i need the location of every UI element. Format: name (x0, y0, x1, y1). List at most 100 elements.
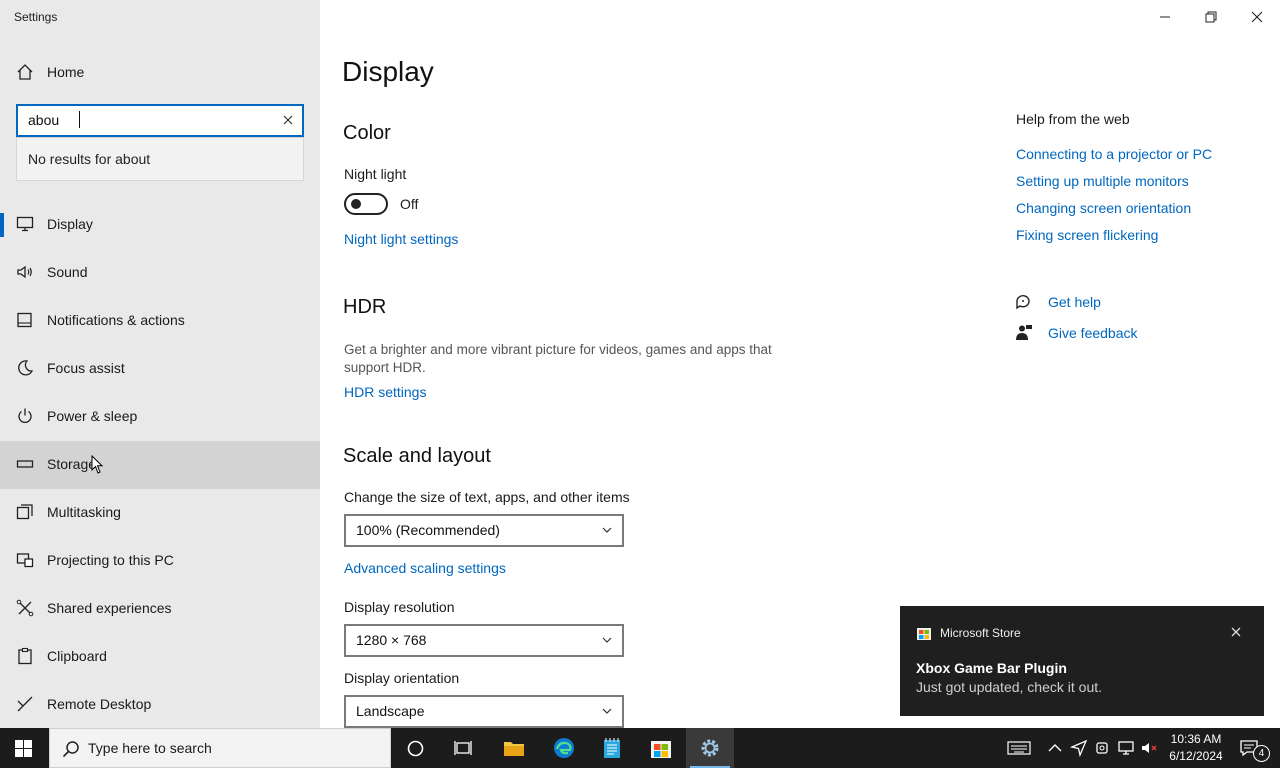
scale-size-label: Change the size of text, apps, and other… (344, 489, 630, 505)
action-center-button[interactable]: 4 (1230, 728, 1280, 768)
sidebar: Settings Home abou No results for about … (0, 0, 320, 728)
notification-count-badge: 4 (1253, 745, 1270, 762)
resolution-label: Display resolution (344, 599, 455, 615)
search-results-dropdown: No results for about (16, 137, 304, 181)
taskbar-clock[interactable]: 10:36 AM 6/12/2024 (1164, 731, 1228, 765)
folder-icon (504, 742, 524, 756)
sidebar-item-label: Remote Desktop (47, 696, 152, 712)
sidebar-item-shared-experiences[interactable]: Shared experiences (0, 585, 320, 633)
resolution-dropdown[interactable]: 1280 × 768 (344, 624, 624, 657)
chevron-down-icon (602, 637, 612, 643)
hdr-description-line1: Get a brighter and more vibrant picture … (344, 342, 772, 357)
close-button[interactable] (1234, 4, 1280, 30)
clear-search-icon[interactable] (280, 112, 296, 128)
toast-notification[interactable]: Microsoft Store Xbox Game Bar Plugin Jus… (900, 606, 1264, 716)
meet-now-icon[interactable] (1094, 739, 1112, 757)
volume-muted-icon[interactable] (1141, 739, 1159, 757)
restore-button[interactable] (1188, 4, 1234, 30)
hdr-description-line2: support HDR. (344, 360, 426, 375)
page-title: Display (342, 56, 434, 87)
help-link-multiple-monitors[interactable]: Setting up multiple monitors (1016, 173, 1189, 189)
scale-layout-heading: Scale and layout (343, 445, 491, 467)
night-light-state: Off (400, 196, 419, 212)
sidebar-item-clipboard[interactable]: Clipboard (0, 633, 320, 681)
sidebar-item-remote-desktop[interactable]: Remote Desktop (0, 681, 320, 729)
sidebar-item-sound[interactable]: Sound (0, 249, 320, 297)
sidebar-item-multitasking[interactable]: Multitasking (0, 489, 320, 537)
home-icon (17, 64, 33, 80)
keyboard-icon[interactable] (1007, 739, 1031, 757)
cortana-icon (407, 740, 424, 757)
sidebar-item-label: Focus assist (47, 360, 125, 376)
help-link-orientation[interactable]: Changing screen orientation (1016, 200, 1191, 216)
taskbar: Type here to search 10:36 AM 6/12/2024 4 (0, 728, 1280, 768)
help-link-projector[interactable]: Connecting to a projector or PC (1016, 146, 1212, 162)
advanced-scaling-link[interactable]: Advanced scaling settings (344, 560, 506, 576)
gear-icon (701, 739, 719, 757)
task-view-button[interactable] (440, 728, 488, 768)
cortana-button[interactable] (392, 728, 440, 768)
clock-time: 10:36 AM (1170, 732, 1222, 746)
toast-close-icon[interactable] (1228, 624, 1244, 640)
sidebar-item-focus-assist[interactable]: Focus assist (0, 345, 320, 393)
sidebar-item-label: Multitasking (47, 504, 121, 520)
sidebar-item-home[interactable]: Home (0, 49, 320, 97)
notification-icon (17, 312, 32, 328)
sidebar-item-label: Display (47, 216, 93, 232)
settings-taskbar-button[interactable] (686, 728, 734, 768)
give-feedback-icon (1016, 325, 1032, 340)
sidebar-item-label: Storage (47, 456, 97, 472)
give-feedback-link[interactable]: Give feedback (1048, 325, 1138, 341)
restore-icon (1205, 11, 1217, 23)
night-light-settings-link[interactable]: Night light settings (344, 231, 458, 247)
get-help-link[interactable]: Get help (1048, 294, 1101, 310)
help-link-flickering[interactable]: Fixing screen flickering (1016, 227, 1158, 243)
notepad-button[interactable] (588, 728, 636, 768)
store-button[interactable] (637, 728, 685, 768)
color-heading: Color (343, 122, 391, 144)
clock-date: 6/12/2024 (1169, 749, 1223, 763)
task-view-icon (454, 741, 472, 755)
no-results-text: No results for about (28, 151, 151, 167)
close-icon (1251, 11, 1263, 23)
text-caret (79, 111, 80, 128)
sidebar-item-label: Projecting to this PC (47, 552, 174, 568)
hdr-heading: HDR (343, 296, 387, 318)
toggle-knob (351, 199, 361, 209)
start-button[interactable] (0, 728, 48, 768)
scale-dropdown-value: 100% (Recommended) (356, 522, 500, 538)
hdr-settings-link[interactable]: HDR settings (344, 384, 426, 400)
search-input-value: abou (28, 112, 60, 128)
sidebar-item-label: Shared experiences (47, 600, 172, 616)
sidebar-item-label: Clipboard (47, 648, 107, 664)
sidebar-item-display[interactable]: Display (0, 201, 320, 249)
resolution-dropdown-value: 1280 × 768 (356, 632, 427, 648)
storage-icon (16, 460, 34, 468)
microsoft-store-icon (917, 628, 931, 640)
projecting-icon (16, 553, 34, 568)
minimize-button[interactable] (1142, 4, 1188, 30)
scale-dropdown[interactable]: 100% (Recommended) (344, 514, 624, 547)
sidebar-item-projecting[interactable]: Projecting to this PC (0, 537, 320, 585)
taskbar-search-box[interactable]: Type here to search (49, 728, 391, 768)
network-icon[interactable] (1117, 739, 1135, 757)
shared-icon (16, 599, 34, 617)
windows-logo-icon (15, 740, 32, 757)
get-help-icon (1016, 295, 1030, 310)
toast-source: Microsoft Store (940, 626, 1021, 640)
search-input[interactable]: abou (16, 104, 304, 137)
speaker-icon (17, 265, 32, 279)
sidebar-item-storage[interactable]: Storage (0, 441, 320, 489)
sidebar-item-notifications[interactable]: Notifications & actions (0, 297, 320, 345)
window-title: Settings (14, 10, 58, 24)
orientation-dropdown[interactable]: Landscape (344, 695, 624, 728)
sidebar-item-power-sleep[interactable]: Power & sleep (0, 393, 320, 441)
location-icon[interactable] (1070, 739, 1088, 757)
night-light-label: Night light (344, 166, 407, 182)
file-explorer-button[interactable] (490, 728, 538, 768)
night-light-toggle[interactable] (344, 193, 388, 215)
sidebar-item-label: Notifications & actions (47, 312, 185, 328)
chevron-up-icon[interactable] (1046, 739, 1064, 757)
edge-icon (554, 738, 574, 758)
edge-button[interactable] (540, 728, 588, 768)
